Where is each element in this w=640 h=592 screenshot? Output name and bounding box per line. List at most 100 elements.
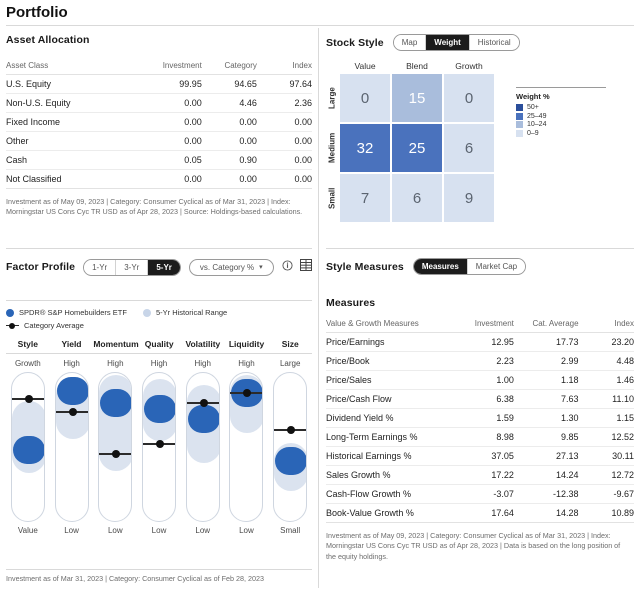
pill-track bbox=[142, 372, 177, 522]
style-cell-large-growth[interactable]: 0 bbox=[444, 74, 494, 122]
factor-pill-volatility[interactable] bbox=[181, 372, 225, 522]
factor-top-label: High bbox=[63, 359, 80, 368]
legend-swatch-icon bbox=[516, 129, 523, 137]
factor-pill-quality[interactable] bbox=[137, 372, 181, 522]
style-box-column-headers: Value Blend Growth bbox=[340, 61, 494, 71]
pill-track bbox=[10, 372, 45, 522]
asset-allocation-footnote: Investment as of May 09, 2023 | Category… bbox=[6, 197, 303, 217]
row-header-small: Small bbox=[327, 187, 337, 209]
legend-label: 0–9 bbox=[527, 129, 539, 137]
cell-investment: 8.98 bbox=[455, 427, 514, 447]
col-investment: Investment bbox=[455, 316, 514, 333]
legend-item-investment: SPDR® S&P Homebuilders ETF bbox=[6, 308, 127, 317]
factor-legend: SPDR® S&P Homebuilders ETF 5-Yr Historic… bbox=[6, 300, 312, 330]
comparison-dropdown[interactable]: vs. Category % ▾ bbox=[188, 258, 274, 276]
factor-header-size: Size bbox=[281, 339, 299, 349]
factor-pill-size[interactable] bbox=[268, 372, 312, 522]
col-category: Category bbox=[201, 58, 257, 75]
cell-investment: -3.07 bbox=[455, 484, 514, 504]
row-header-medium: Medium bbox=[327, 132, 337, 164]
factor-pill-momentum[interactable] bbox=[93, 372, 137, 522]
cell-investment: 0.00 bbox=[146, 169, 202, 189]
cell-index: 10.89 bbox=[578, 503, 634, 523]
pill-track bbox=[98, 372, 133, 522]
tab-5yr[interactable]: 5-Yr bbox=[148, 259, 180, 275]
tab-1yr[interactable]: 1-Yr bbox=[84, 259, 117, 275]
tab-historical[interactable]: Historical bbox=[469, 35, 519, 50]
legend-item-historical-range: 5-Yr Historical Range bbox=[142, 308, 228, 317]
style-cell-small-blend[interactable]: 6 bbox=[392, 174, 442, 222]
cell-investment: 0.00 bbox=[146, 112, 202, 132]
asset-allocation-table: Asset Class Investment Category Index U.… bbox=[6, 58, 312, 189]
cell-index: 0.00 bbox=[256, 131, 312, 151]
style-measures-toggle[interactable]: Measures Market Cap bbox=[412, 258, 527, 275]
table-row: U.S. Equity 99.95 94.65 97.64 bbox=[6, 74, 312, 94]
style-measures-footnote: Investment as of May 09, 2023 | Category… bbox=[326, 531, 621, 561]
style-box-row-headers: Large Medium Small bbox=[326, 74, 338, 222]
tab-map[interactable]: Map bbox=[393, 35, 427, 50]
cell-cat-average: 1.30 bbox=[513, 408, 579, 428]
cell-cat-average: 9.85 bbox=[513, 427, 579, 447]
factor-header-momentum: Momentum bbox=[93, 339, 139, 349]
investment-marker bbox=[56, 377, 88, 405]
cell-index: 23.20 bbox=[578, 332, 634, 352]
factor-profile-footnote: Investment as of Mar 31, 2023 | Category… bbox=[6, 574, 264, 583]
investment-marker bbox=[187, 405, 219, 433]
info-icon[interactable] bbox=[282, 258, 293, 276]
factor-top-label: High bbox=[107, 359, 124, 368]
style-cell-small-growth[interactable]: 9 bbox=[444, 174, 494, 222]
cell-cat-average: 1.18 bbox=[513, 370, 579, 390]
factor-pill-style[interactable] bbox=[6, 372, 50, 522]
factor-period-toggle[interactable]: 1-Yr 3-Yr 5-Yr bbox=[83, 258, 181, 276]
table-row: Price/Earnings 12.95 17.73 23.20 bbox=[326, 332, 634, 352]
factor-pill-liquidity[interactable] bbox=[225, 372, 269, 522]
legend-item: 10–24 bbox=[516, 121, 606, 128]
factor-header-yield: Yield bbox=[61, 339, 82, 349]
category-average-dot bbox=[24, 394, 33, 403]
cell-category: 0.00 bbox=[201, 169, 257, 189]
cell-index: 1.15 bbox=[578, 408, 634, 428]
stock-style-view-toggle[interactable]: Map Weight Historical bbox=[392, 34, 520, 51]
pill-track bbox=[54, 372, 89, 522]
table-row: Price/Book 2.23 2.99 4.48 bbox=[326, 351, 634, 371]
col-index: Index bbox=[578, 316, 634, 333]
legend-item: 50+ bbox=[516, 104, 606, 111]
style-box: Value Blend Growth Large Medium Small 0 … bbox=[326, 61, 494, 222]
cell-investment: 0.00 bbox=[146, 93, 202, 113]
factor-top-label: Growth bbox=[14, 359, 41, 368]
style-cell-medium-blend[interactable]: 25 bbox=[392, 124, 442, 172]
legend-label: 5-Yr Historical Range bbox=[155, 308, 228, 317]
cell-measure: Price/Cash Flow bbox=[326, 389, 456, 409]
legend-label: Category Average bbox=[24, 321, 84, 330]
factor-header-quality: Quality bbox=[144, 339, 174, 349]
tab-weight[interactable]: Weight bbox=[426, 35, 470, 50]
tab-market-cap[interactable]: Market Cap bbox=[467, 259, 526, 274]
tab-3yr[interactable]: 3-Yr bbox=[116, 259, 149, 275]
cell-asset-class: Non-U.S. Equity bbox=[6, 93, 147, 113]
cell-cat-average: 17.73 bbox=[513, 332, 579, 352]
asset-allocation-panel: Asset Allocation Asset Class Investment … bbox=[6, 34, 312, 218]
style-cell-large-blend[interactable]: 15 bbox=[392, 74, 442, 122]
table-view-icon[interactable] bbox=[300, 258, 312, 276]
cell-index: 0.00 bbox=[256, 169, 312, 189]
cell-measure: Long-Term Earnings % bbox=[326, 427, 456, 447]
factor-pill-yield[interactable] bbox=[50, 372, 94, 522]
col-investment: Investment bbox=[146, 58, 202, 75]
factor-bottom-label: Low bbox=[239, 526, 254, 535]
measures-section-title: Measures bbox=[326, 297, 376, 309]
category-average-dot bbox=[68, 407, 77, 416]
cell-asset-class: Not Classified bbox=[6, 169, 147, 189]
style-cell-large-value[interactable]: 0 bbox=[340, 74, 390, 122]
factor-bottom-label: Low bbox=[107, 526, 123, 535]
cell-investment: 17.64 bbox=[455, 503, 514, 523]
style-cell-medium-growth[interactable]: 6 bbox=[444, 124, 494, 172]
cell-index: 2.36 bbox=[256, 93, 312, 113]
style-cell-small-value[interactable]: 7 bbox=[340, 174, 390, 222]
style-cell-medium-value[interactable]: 32 bbox=[340, 124, 390, 172]
factor-bottom-label: Low bbox=[195, 526, 211, 535]
cell-category: 94.65 bbox=[201, 74, 257, 94]
table-row: Other 0.00 0.00 0.00 bbox=[6, 131, 312, 151]
tab-measures[interactable]: Measures bbox=[413, 259, 468, 274]
legend-item-category-average: Category Average bbox=[6, 321, 84, 330]
factor-profile-title: Factor Profile bbox=[6, 261, 76, 273]
